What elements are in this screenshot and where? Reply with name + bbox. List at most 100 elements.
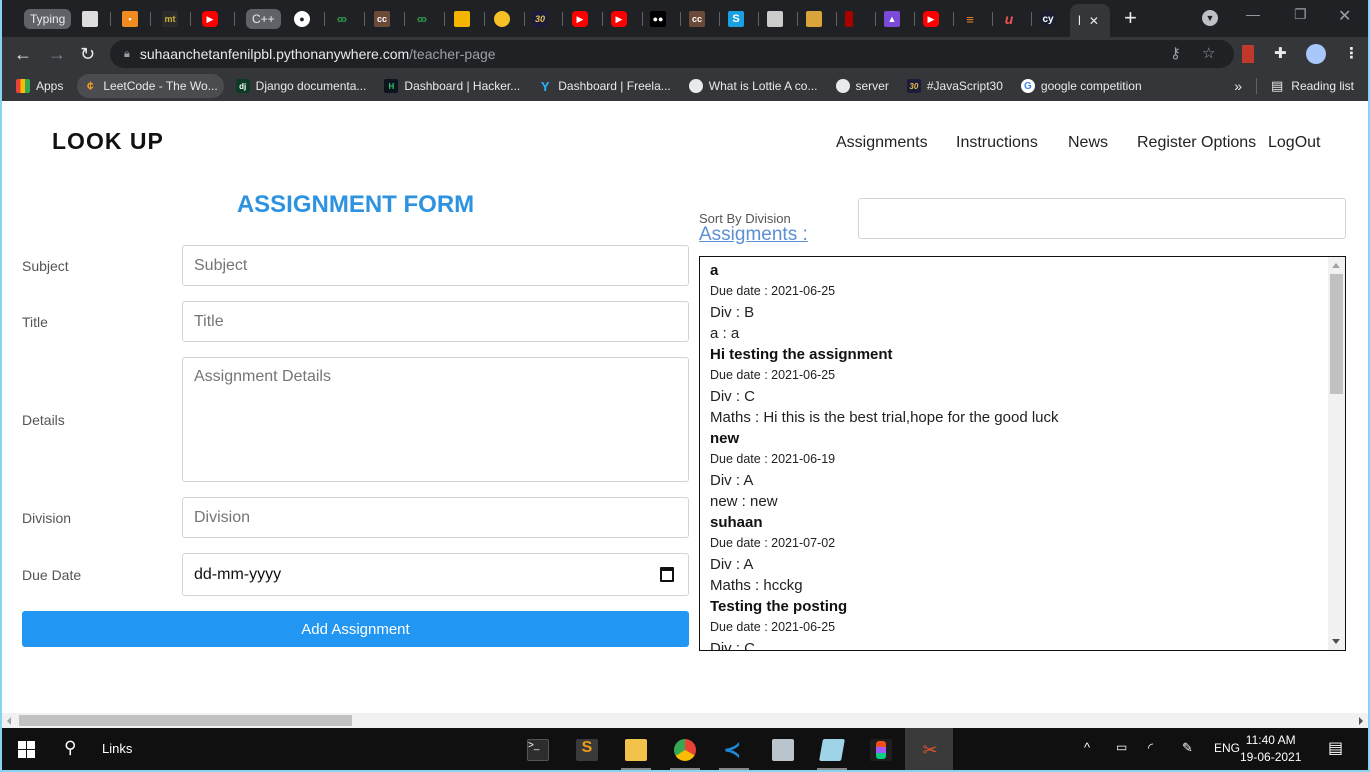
snipping-tool-icon[interactable]: ✂ — [919, 739, 941, 761]
details-textarea[interactable]: Assignment Details — [182, 357, 689, 482]
bookmark-hackerrank[interactable]: H Dashboard | Hacker... — [378, 74, 526, 98]
tab-sun[interactable] — [494, 8, 510, 30]
close-tab-icon[interactable]: ✕ — [1089, 14, 1099, 28]
taskbar-search-label[interactable]: Links — [102, 741, 132, 756]
menu-kebab-icon[interactable]: ⋮ — [1344, 44, 1359, 62]
window-close-icon[interactable]: ✕ — [1338, 6, 1351, 26]
vscode-icon[interactable]: ≺ — [723, 739, 745, 761]
assignment-due-date: Due date : 2021-06-25 — [710, 368, 836, 382]
bookmark-star-icon[interactable]: ☆ — [1202, 44, 1215, 62]
tab-codechef-2[interactable]: cc — [689, 8, 705, 30]
show-hidden-icons[interactable]: ^ — [1084, 740, 1090, 755]
tab-youtube-4[interactable]: ▶ — [923, 8, 939, 30]
tab-cy[interactable]: cy — [1040, 8, 1056, 30]
scroll-down-icon[interactable] — [1332, 639, 1340, 644]
forward-icon[interactable]: → — [48, 43, 66, 65]
scrollbar-thumb[interactable] — [1330, 274, 1343, 394]
nav-logout[interactable]: LogOut — [1268, 134, 1320, 152]
division-input[interactable]: Division — [182, 497, 689, 538]
bookmark-lottie[interactable]: What is Lottie A co... — [683, 74, 824, 98]
minimize-icon[interactable]: — — [1246, 6, 1260, 22]
tab-medium[interactable]: ●● — [650, 8, 666, 30]
language-indicator[interactable]: ENG — [1214, 741, 1240, 755]
tab-youtube[interactable]: ▶ — [202, 8, 218, 30]
tab-classroom[interactable] — [454, 8, 470, 30]
scroll-up-icon[interactable] — [1332, 263, 1340, 268]
tab-youtube-3[interactable]: ▶ — [611, 8, 627, 30]
wifi-icon[interactable]: ◜ — [1148, 740, 1153, 756]
nav-register-options[interactable]: Register Options — [1137, 134, 1256, 152]
key-icon[interactable]: ⚷ — [1170, 44, 1181, 62]
site-logo[interactable]: LOOK UP — [52, 128, 164, 155]
tab-orange-app[interactable]: ▪ — [122, 8, 138, 30]
figma-icon[interactable] — [870, 739, 892, 761]
tab-rocket[interactable]: ▲ — [884, 8, 900, 30]
page-horizontal-scrollbar[interactable] — [2, 713, 1368, 728]
tab-mt[interactable]: mt — [162, 8, 178, 30]
assignment-item: new Due date : 2021-06-19 Div : A new : new — [710, 428, 1320, 512]
list-vertical-scrollbar[interactable] — [1328, 257, 1345, 650]
tab-stackoverflow[interactable]: ≡ — [962, 8, 978, 30]
tab-active[interactable]: l ✕ — [1070, 4, 1110, 37]
pen-icon[interactable]: ✎ — [1182, 740, 1193, 756]
due-date-input[interactable]: dd-mm-yyyy — [182, 553, 689, 596]
add-assignment-button[interactable]: Add Assignment — [22, 611, 689, 647]
tab-typing[interactable]: Typing — [24, 8, 72, 30]
tab-red-app[interactable] — [845, 8, 853, 30]
new-tab-button[interactable]: + — [1124, 7, 1137, 29]
profile-avatar[interactable] — [1306, 44, 1326, 64]
tab-s-app[interactable]: S — [728, 8, 744, 30]
bookmark-leetcode[interactable]: ¢ LeetCode - The Wo... — [77, 74, 224, 98]
tab-gfg-2[interactable]: ꝏ — [414, 8, 430, 30]
tab-globe[interactable]: ● — [294, 8, 310, 30]
resource-monitor-icon[interactable] — [772, 739, 794, 761]
title-input[interactable]: Title — [182, 301, 689, 342]
notepad-icon[interactable] — [819, 739, 845, 761]
bookmark-freelancer[interactable]: Y Dashboard | Freela... — [532, 74, 677, 98]
tab-bricks[interactable] — [806, 8, 822, 30]
bookmark-server[interactable]: server — [830, 74, 895, 98]
sort-division-input[interactable] — [858, 198, 1346, 239]
pdf-extension-icon[interactable] — [1242, 45, 1254, 63]
nav-news[interactable]: News — [1068, 134, 1108, 152]
chrome-icon[interactable] — [674, 739, 696, 761]
tab-cpp[interactable]: C++ — [246, 8, 281, 30]
tab-udemy[interactable]: u — [1001, 8, 1017, 30]
calendar-icon[interactable] — [660, 567, 674, 582]
bookmark-google-competition[interactable]: G google competition — [1015, 74, 1148, 98]
bookmarks-overflow-icon[interactable]: » — [1234, 78, 1242, 94]
restore-icon[interactable]: ❐ — [1294, 6, 1307, 23]
bookmark-apps[interactable]: Apps — [16, 74, 69, 98]
search-icon[interactable]: ⚲ — [64, 738, 76, 758]
back-icon[interactable]: ← — [14, 43, 32, 65]
bookmark-javascript30[interactable]: 30 #JavaScript30 — [901, 74, 1009, 98]
assignments-heading-link[interactable]: Assigments : — [699, 224, 808, 246]
nav-assignments[interactable]: Assignments — [836, 134, 928, 152]
tab-youtube-2[interactable]: ▶ — [572, 8, 588, 30]
tab-search-icon[interactable]: ▼ — [1202, 10, 1218, 26]
tab-gfg[interactable]: ꝏ — [334, 8, 350, 30]
tab-js30[interactable]: 30 — [532, 8, 548, 30]
subject-input[interactable]: Subject — [182, 245, 689, 286]
scroll-left-icon[interactable] — [7, 717, 11, 725]
battery-icon[interactable]: ▭ — [1116, 740, 1127, 754]
tab-codechef[interactable]: cc — [374, 8, 390, 30]
nav-instructions[interactable]: Instructions — [956, 134, 1038, 152]
assignments-list[interactable]: a Due date : 2021-06-25 Div : B a : a Hi tes… — [699, 256, 1346, 651]
file-explorer-icon[interactable] — [625, 739, 647, 761]
bookmark-django[interactable]: dj Django documenta... — [230, 74, 373, 98]
tab-avatar[interactable] — [767, 8, 783, 30]
start-button[interactable] — [18, 741, 35, 758]
form-title: ASSIGNMENT FORM — [236, 191, 475, 218]
terminal-icon[interactable]: >_ — [527, 739, 549, 761]
tab-doc[interactable] — [82, 8, 98, 30]
address-bar[interactable]: 🔒︎ suhaanchetanfenilpbl.pythonanywhere.c… — [110, 40, 1234, 68]
reading-list-button[interactable]: ▤ Reading list — [1271, 78, 1354, 94]
scroll-right-icon[interactable] — [1359, 717, 1363, 725]
sublime-text-icon[interactable]: S — [576, 739, 598, 761]
scrollbar-thumb[interactable] — [19, 715, 352, 726]
extensions-icon[interactable]: ✚ — [1274, 44, 1287, 62]
notifications-icon[interactable]: ▤ — [1328, 738, 1343, 758]
clock[interactable]: 11:40 AM 19-06-2021 — [1240, 732, 1301, 766]
reload-icon[interactable]: ↻ — [80, 43, 95, 65]
